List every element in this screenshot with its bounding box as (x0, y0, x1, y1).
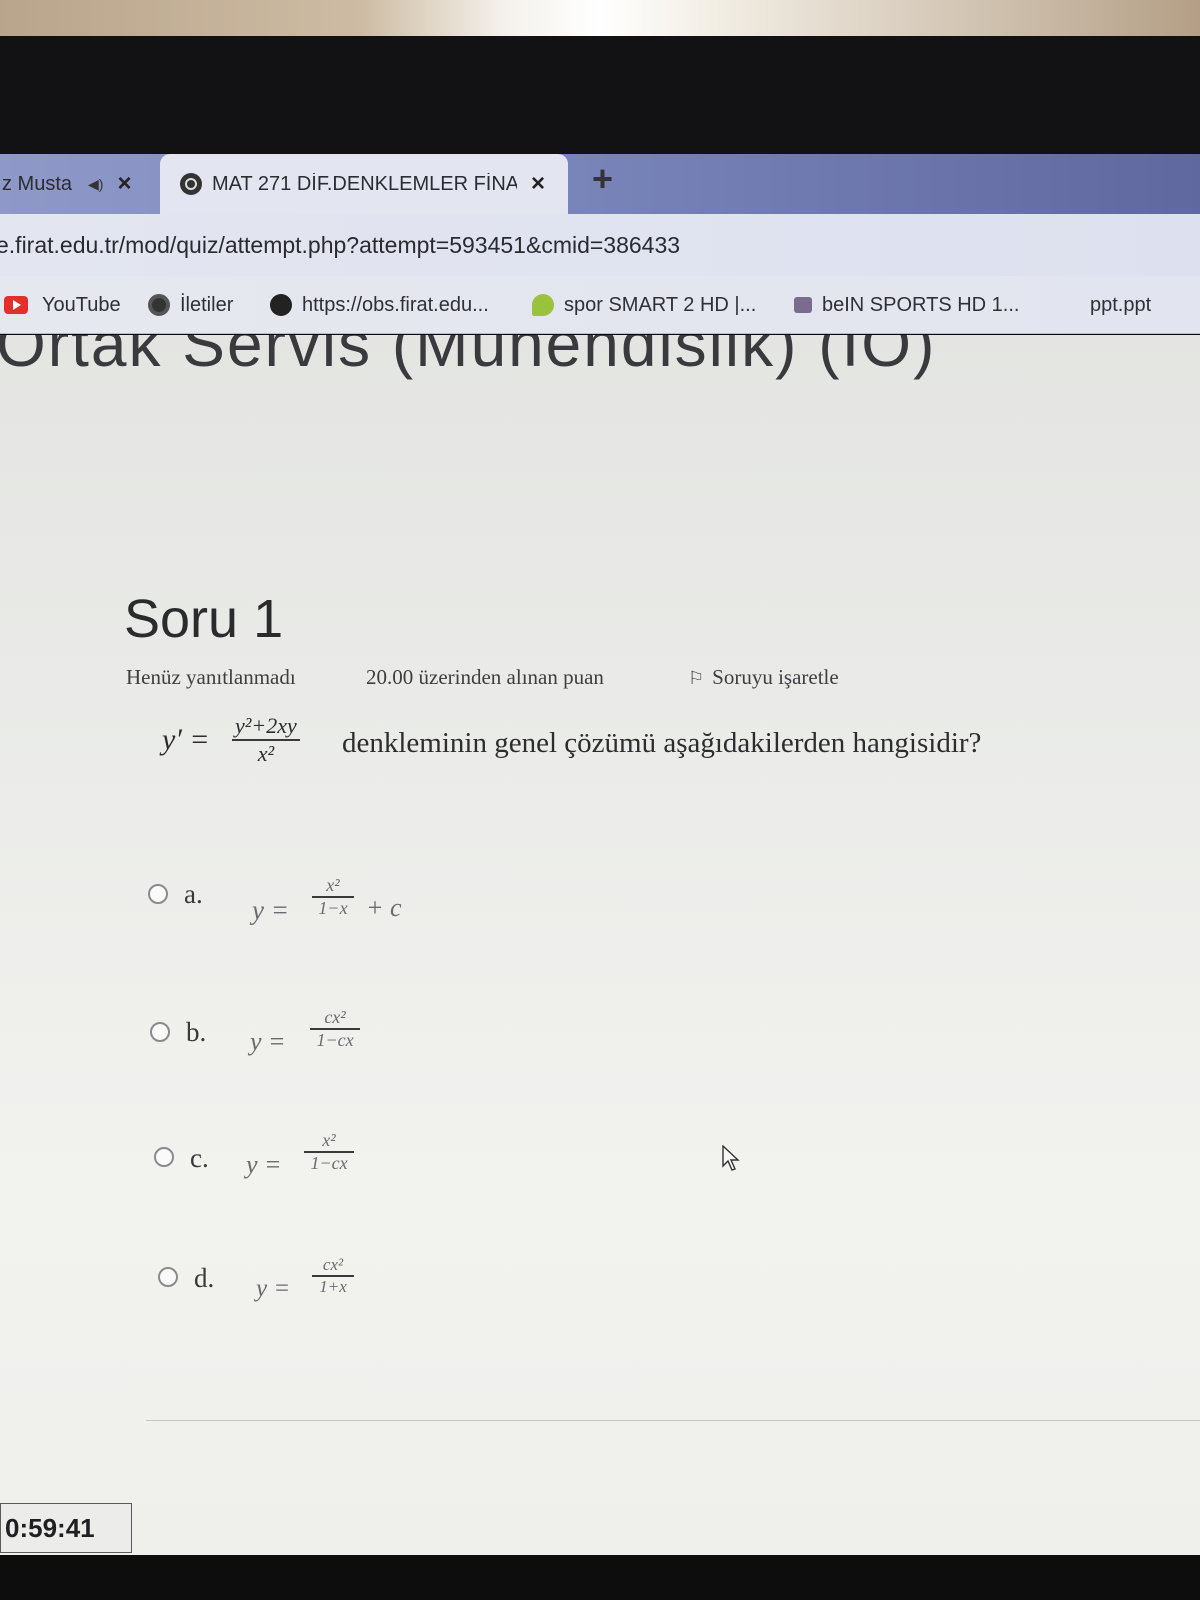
bookmark-label: beIN SPORTS HD 1... (822, 293, 1020, 316)
message-icon (148, 294, 170, 316)
option-suffix: + c (366, 893, 402, 922)
bookmark-label: spor SMART 2 HD |... (564, 293, 757, 316)
bookmark-label: https://obs.firat.edu... (302, 293, 489, 316)
address-bar[interactable]: e.firat.edu.tr/mod/quiz/attempt.php?atte… (0, 214, 1200, 276)
option-denominator: 1−x (318, 897, 348, 918)
tab-active[interactable]: MAT 271 DİF.DENKLEMLER FİNAL × (160, 154, 568, 214)
course-banner: Ortak Servis (Mühendislik) (İÖ) (0, 335, 937, 380)
option-letter: a. (184, 879, 203, 909)
flag-label: Soruyu işaretle (712, 665, 839, 689)
new-tab-button[interactable]: + (592, 158, 613, 200)
radio-option-a[interactable] (148, 884, 168, 904)
bookmark-label: ppt.ppt (1090, 293, 1152, 316)
bookmark-ppt[interactable]: ppt.ppt (1090, 276, 1151, 334)
equation-numerator: y²+2xy (235, 713, 297, 738)
close-icon[interactable]: × (117, 170, 131, 198)
question-divider (146, 1420, 1200, 1421)
radio-option-b[interactable] (150, 1022, 170, 1042)
bookmark-obs[interactable]: https://obs.firat.edu... (270, 276, 489, 334)
option-lhs: y = (246, 1150, 282, 1179)
option-fraction: x² 1−cx (304, 1130, 354, 1174)
tab-inactive[interactable]: z Musta ◀) × (0, 154, 158, 214)
equation-lhs: y′ = (162, 723, 210, 756)
globe-icon (270, 294, 292, 316)
option-numerator: cx² (322, 1255, 344, 1274)
tab-label: z Musta (2, 172, 72, 195)
moodle-favicon-icon (180, 173, 202, 195)
flag-icon: ⚐ (688, 668, 705, 688)
monitor-bezel-bottom (0, 1555, 1200, 1600)
tv-icon (794, 297, 812, 313)
bookmark-youtube[interactable]: YouTube (4, 276, 121, 334)
mouse-cursor-icon (722, 1144, 740, 1176)
option-denominator: 1+x (319, 1276, 347, 1296)
quiz-page: Ortak Servis (Mühendislik) (İÖ) Soru 1 H… (0, 335, 1200, 1555)
equation-fraction: y²+2xy x² (232, 713, 300, 767)
radio-option-d[interactable] (158, 1267, 178, 1287)
bookmark-label: YouTube (42, 293, 121, 316)
close-icon[interactable]: × (531, 170, 545, 198)
option-denominator: 1−cx (316, 1029, 354, 1050)
option-lhs: y = (252, 895, 289, 925)
bookmark-bein[interactable]: beIN SPORTS HD 1... (794, 276, 1019, 334)
question-status: Henüz yanıtlanmadı (126, 665, 296, 689)
option-denominator: 1−cx (310, 1152, 348, 1173)
option-letter: c. (190, 1143, 209, 1173)
quiz-timer: 0:59:41 (0, 1503, 132, 1553)
bookmarks-bar: YouTube İletiler https://obs.firat.edu..… (0, 276, 1200, 334)
bookmark-iletiler[interactable]: İletiler (148, 276, 233, 334)
option-fraction: x² 1−x (312, 875, 354, 919)
background-room (0, 0, 1200, 36)
monitor-bezel-top (0, 36, 1200, 154)
question-points: 20.00 üzerinden alınan puan (366, 665, 604, 689)
url-text[interactable]: e.firat.edu.tr/mod/quiz/attempt.php?atte… (0, 232, 680, 259)
option-numerator: cx² (324, 1007, 346, 1027)
option-letter: b. (186, 1017, 207, 1047)
radio-option-c[interactable] (154, 1147, 174, 1167)
speaker-icon[interactable]: ◀) (88, 176, 103, 193)
tab-label: MAT 271 DİF.DENKLEMLER FİNAL (212, 172, 517, 195)
option-fraction: cx² 1−cx (310, 1007, 360, 1051)
search-icon (532, 294, 554, 316)
bookmark-spor[interactable]: spor SMART 2 HD |... (532, 276, 756, 334)
option-lhs: y = (256, 1275, 291, 1302)
question-title: Soru 1 (124, 589, 284, 649)
option-numerator: x² (322, 1130, 336, 1150)
equation-denominator: x² (257, 740, 275, 766)
youtube-icon (4, 296, 28, 314)
option-letter: d. (194, 1263, 215, 1293)
flag-question-link[interactable]: ⚐ Soruyu işaretle (688, 665, 839, 690)
option-fraction: cx² 1+x (312, 1255, 354, 1297)
bookmark-label: İletiler (180, 293, 234, 316)
option-lhs: y = (250, 1027, 286, 1056)
option-numerator: x² (326, 875, 340, 895)
question-text: denkleminin genel çözümü aşağıdakilerden… (342, 727, 982, 759)
